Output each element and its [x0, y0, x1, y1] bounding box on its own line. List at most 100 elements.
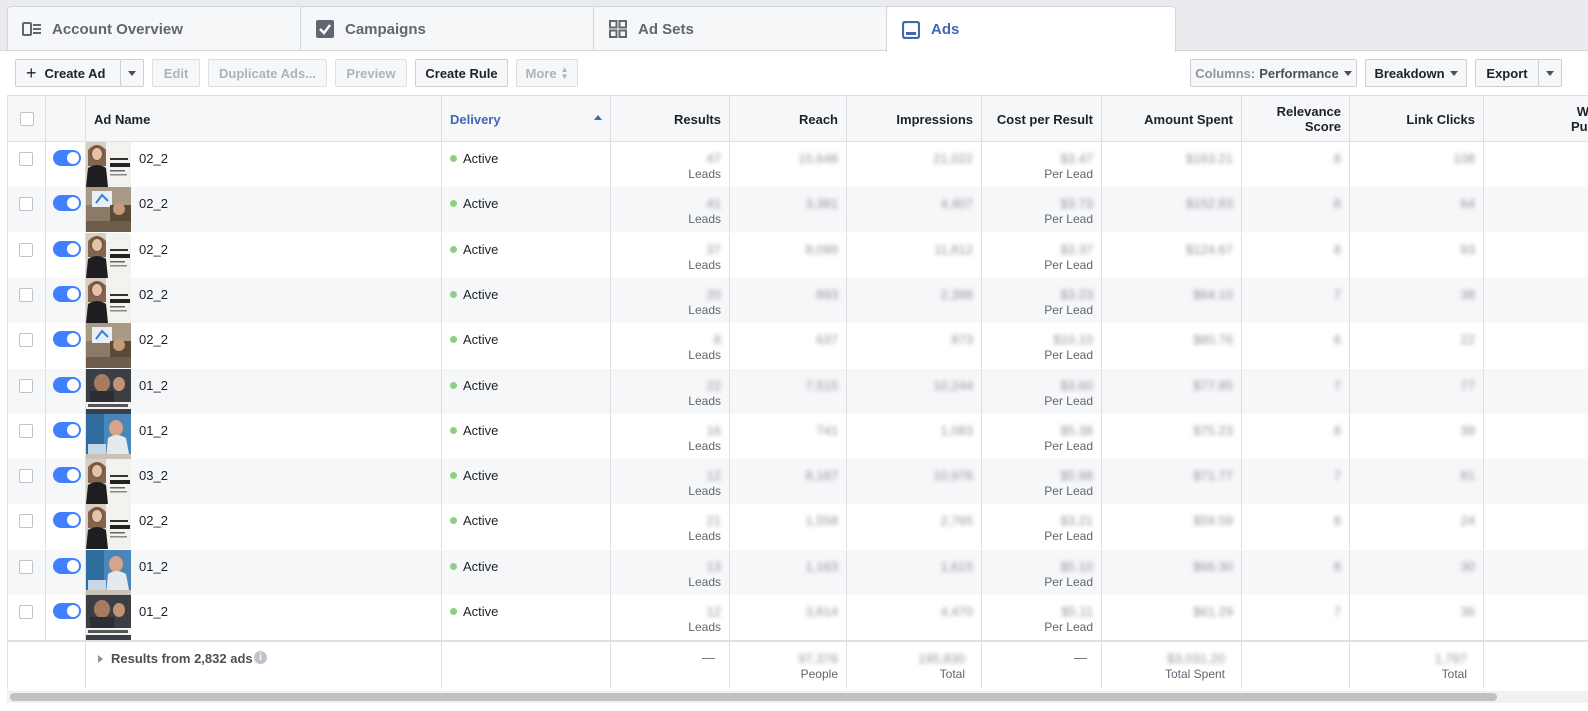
row-checkbox[interactable]	[19, 423, 33, 438]
tab-ads[interactable]: Ads	[886, 6, 1176, 52]
create-rule-button[interactable]: Create Rule	[415, 59, 508, 87]
status-dot-icon	[450, 245, 457, 253]
row-checkbox[interactable]	[19, 514, 33, 529]
ad-on-off-toggle[interactable]	[53, 603, 81, 619]
ad-thumbnail[interactable]	[86, 187, 131, 233]
cost-per-result-value: $3.47	[1060, 151, 1093, 166]
header-cost-per-result[interactable]: Cost per Result	[982, 96, 1102, 142]
cell-select	[8, 142, 46, 187]
row-checkbox[interactable]	[19, 152, 33, 166]
footer-summary[interactable]: Results from 2,832 ads i	[86, 642, 442, 689]
row-checkbox[interactable]	[19, 287, 33, 302]
delivery-status: Active	[463, 377, 499, 393]
ad-name-link[interactable]: 02_2	[139, 332, 168, 347]
ad-on-off-toggle[interactable]	[53, 421, 81, 438]
header-ad-name[interactable]: Ad Name	[86, 96, 442, 142]
table-row[interactable]: 03_2 Active 12 Leads 8,187 10,976 $5.98 Per …	[8, 459, 1588, 505]
amount-spent-value: $66.30	[1193, 558, 1233, 574]
info-icon[interactable]: i	[254, 651, 267, 664]
ad-thumbnail[interactable]	[86, 413, 131, 459]
table-row[interactable]: 01_2 Active 22 Leads 7,515 10,244 $3.60 Per …	[8, 368, 1588, 414]
table-row[interactable]: 01_2 Active 13 Leads 1,163 1,615 $5.10 Per L…	[8, 549, 1588, 595]
header-link-clicks[interactable]: Link Clicks	[1350, 96, 1484, 142]
select-all-checkbox[interactable]	[20, 112, 34, 126]
row-checkbox[interactable]	[19, 469, 33, 484]
export-button[interactable]: Export	[1475, 59, 1539, 87]
ad-on-off-toggle[interactable]	[53, 240, 81, 257]
ad-on-off-toggle[interactable]	[53, 331, 81, 348]
row-checkbox[interactable]	[19, 559, 33, 574]
row-checkbox[interactable]	[19, 197, 33, 212]
table-row[interactable]: 02_2 Active 20 Leads 893 2,398 $3.23 Per Lea…	[8, 277, 1588, 323]
ad-thumbnail[interactable]	[86, 595, 131, 640]
cost-per-result-value: $10.10	[1053, 332, 1093, 348]
ad-thumbnail[interactable]	[86, 277, 131, 323]
tab-account-overview[interactable]: Account Overview	[7, 6, 305, 51]
footer-amount-spent: $3,031.20 Total Spent	[1102, 642, 1242, 689]
delivery-status: Active	[463, 513, 499, 529]
header-delivery[interactable]: Delivery	[442, 96, 611, 142]
more-button[interactable]: More ▲ ▼	[516, 59, 578, 87]
ad-thumbnail[interactable]	[86, 323, 131, 369]
cell-next-column	[1484, 459, 1588, 504]
ad-on-off-toggle[interactable]	[53, 467, 81, 484]
ad-thumbnail[interactable]	[86, 549, 131, 595]
ad-on-off-toggle[interactable]	[53, 557, 81, 574]
preview-button[interactable]: Preview	[335, 59, 407, 87]
ad-on-off-toggle[interactable]	[53, 195, 81, 212]
table-row[interactable]: 02_2 Active 37 Leads 8,099 11,812 $3.37 Per …	[8, 232, 1588, 278]
ad-thumbnail[interactable]	[86, 232, 131, 278]
ad-name-link[interactable]: 01_2	[139, 378, 168, 393]
ad-name-link[interactable]: 01_2	[139, 559, 168, 574]
duplicate-ads-button[interactable]: Duplicate Ads...	[208, 59, 327, 87]
table-row[interactable]: 01_2 Active 16 Leads 741 1,083 $5.38 Per Lea…	[8, 413, 1588, 459]
table-row[interactable]: 02_2 Active 21 Leads 1,558 2,765 $3.21 Per L…	[8, 504, 1588, 550]
create-ad-button[interactable]: + Create Ad	[15, 59, 121, 87]
cell-link-clicks: 81	[1350, 459, 1484, 505]
table-row[interactable]: 02_2 Active 47 Leads 15,648 21,022 $3.47 Per…	[8, 142, 1588, 187]
ad-name-link[interactable]: 01_2	[139, 423, 168, 438]
header-results[interactable]: Results	[611, 96, 730, 142]
table-row[interactable]: 02_2 Active 8 Leads 637 873 $10.10 Per Lead $…	[8, 323, 1588, 369]
ad-name-link[interactable]: 02_2	[139, 242, 168, 257]
table-row[interactable]: 02_2 Active 41 Leads 3,381 4,407 $3.73 Per L…	[8, 187, 1588, 233]
ad-thumbnail[interactable]	[86, 142, 131, 187]
cell-select	[8, 504, 46, 550]
header-next-column[interactable]: WPur	[1484, 96, 1588, 142]
export-dropdown-button[interactable]	[1538, 59, 1562, 87]
tab-campaigns[interactable]: Campaigns	[300, 6, 598, 51]
ad-name-link[interactable]: 02_2	[139, 151, 168, 166]
row-checkbox[interactable]	[19, 378, 33, 393]
breakdown-dropdown[interactable]: Breakdown	[1365, 59, 1467, 87]
horizontal-scrollbar[interactable]	[7, 691, 1588, 703]
ad-name-link[interactable]: 03_2	[139, 468, 168, 483]
ad-on-off-toggle[interactable]	[53, 285, 81, 302]
edit-button[interactable]: Edit	[152, 59, 200, 87]
impressions-value: 4,470	[940, 604, 973, 619]
columns-dropdown[interactable]: Columns: Performance	[1190, 59, 1357, 87]
row-checkbox[interactable]	[19, 605, 33, 619]
ad-name-link[interactable]: 02_2	[139, 513, 168, 528]
row-checkbox[interactable]	[19, 242, 33, 257]
ad-thumbnail[interactable]	[86, 459, 131, 505]
ad-on-off-toggle[interactable]	[53, 512, 81, 529]
header-relevance-score[interactable]: Relevance Score	[1242, 96, 1350, 142]
ad-thumbnail[interactable]	[86, 368, 131, 414]
ad-on-off-toggle[interactable]	[53, 376, 81, 393]
create-ad-dropdown-button[interactable]	[120, 59, 144, 87]
ad-name-link[interactable]: 02_2	[139, 287, 168, 302]
header-reach[interactable]: Reach	[730, 96, 847, 142]
row-checkbox[interactable]	[19, 333, 33, 348]
cost-per-result-unit: Per Lead	[1044, 302, 1093, 317]
ad-on-off-toggle[interactable]	[53, 150, 81, 166]
header-amount-spent[interactable]: Amount Spent	[1102, 96, 1242, 142]
table-row[interactable]: 01_2 Active 12 Leads 3,814 4,470 $5.11 Per L…	[8, 595, 1588, 640]
scrollbar-thumb[interactable]	[10, 693, 1497, 701]
cell-ad-name: 01_2	[86, 368, 442, 414]
ad-name-link[interactable]: 01_2	[139, 604, 168, 619]
cell-relevance-score: 8	[1242, 413, 1350, 459]
ad-thumbnail[interactable]	[86, 504, 131, 550]
tab-ad-sets[interactable]: Ad Sets	[593, 6, 893, 51]
header-impressions[interactable]: Impressions	[847, 96, 982, 142]
ad-name-link[interactable]: 02_2	[139, 196, 168, 211]
